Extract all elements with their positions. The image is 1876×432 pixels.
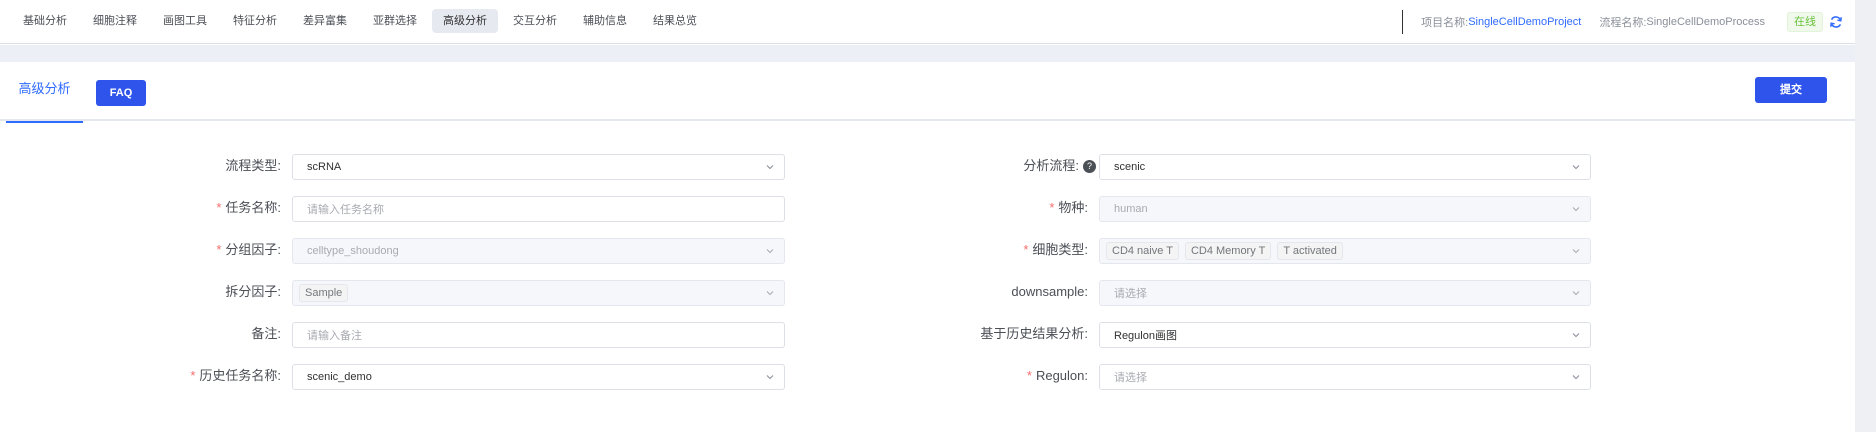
faq-button[interactable]: FAQ: [96, 80, 146, 106]
module-nav: 基础分析 细胞注释 画图工具 特征分析 差异富集 亚群选择 高级分析 交互分析 …: [12, 9, 712, 33]
chevron-down-icon: [1572, 291, 1580, 296]
project-label: 项目名称:: [1421, 17, 1469, 29]
species-label: * 物种:: [1049, 200, 1088, 215]
species-value: human: [1114, 203, 1148, 215]
history-task-value: scenic_demo: [307, 371, 372, 383]
analysis-flow-select[interactable]: scenic: [1099, 154, 1591, 180]
nav-item-plot-tools[interactable]: 画图工具: [152, 9, 218, 33]
cell-type-tag: CD4 naive T: [1106, 242, 1179, 260]
downsample-label: downsample:: [1011, 284, 1088, 299]
history-task-label: * 历史任务名称:: [190, 368, 281, 383]
nav-item-overview[interactable]: 结果总览: [642, 9, 708, 33]
analysis-flow-value: scenic: [1114, 161, 1146, 173]
chevron-down-icon: [1572, 375, 1580, 380]
cell-type-select[interactable]: CD4 naive T CD4 Memory T T activated: [1099, 238, 1591, 264]
history-result-select[interactable]: Regulon画图: [1099, 322, 1591, 348]
note-input[interactable]: 请输入备注: [292, 322, 785, 348]
nav-item-subcluster[interactable]: 亚群选择: [362, 9, 428, 33]
submit-button[interactable]: 提交: [1755, 77, 1827, 103]
nav-item-advanced[interactable]: 高级分析: [432, 9, 498, 33]
top-nav-bar: 基础分析 细胞注释 画图工具 特征分析 差异富集 亚群选择 高级分析 交互分析 …: [0, 0, 1855, 44]
chevron-down-icon: [1572, 207, 1580, 212]
divider: [1402, 10, 1404, 34]
cell-type-tag: T activated: [1277, 242, 1343, 260]
tab-advanced-analysis[interactable]: 高级分析: [6, 62, 83, 123]
project-info: 项目名称: SingleCellDemoProject 流程名称: Single…: [1402, 0, 1855, 44]
nav-item-annotation[interactable]: 细胞注释: [82, 9, 148, 33]
tabs-header: 高级分析 FAQ 提交: [0, 62, 1855, 123]
nav-item-basic[interactable]: 基础分析: [12, 9, 78, 33]
downsample-select[interactable]: 请选择: [1099, 280, 1591, 306]
group-factor-value: celltype_shoudong: [307, 245, 399, 257]
chevron-down-icon: [1572, 165, 1580, 170]
analysis-flow-label: 分析流程:?: [900, 153, 1096, 179]
scrollbar-track[interactable]: [1855, 0, 1876, 432]
history-result-value: Regulon画图: [1114, 330, 1177, 342]
group-factor-select[interactable]: celltype_shoudong: [292, 238, 785, 264]
species-select[interactable]: human: [1099, 196, 1591, 222]
split-factor-select[interactable]: Sample: [292, 280, 785, 306]
split-factor-tag: Sample: [299, 284, 349, 302]
status-badge: 在线: [1787, 12, 1823, 32]
task-name-label: * 任务名称:: [216, 200, 281, 215]
flow-type-value: scRNA: [307, 161, 342, 173]
downsample-placeholder: 请选择: [1114, 288, 1147, 300]
content-separator: [0, 45, 1855, 62]
cell-type-tag: CD4 Memory T: [1184, 242, 1272, 260]
regulon-select[interactable]: 请选择: [1099, 364, 1591, 390]
nav-item-auxiliary[interactable]: 辅助信息: [572, 9, 638, 33]
chevron-down-icon: [1572, 333, 1580, 338]
history-result-label: 基于历史结果分析:: [980, 326, 1088, 341]
cell-type-label: * 细胞类型:: [1023, 242, 1088, 257]
nav-item-interaction[interactable]: 交互分析: [502, 9, 568, 33]
regulon-placeholder: 请选择: [1114, 372, 1147, 384]
note-label: 备注:: [251, 326, 281, 341]
chevron-down-icon: [766, 291, 774, 296]
history-task-select[interactable]: scenic_demo: [292, 364, 785, 390]
chevron-down-icon: [766, 165, 774, 170]
nav-item-feature[interactable]: 特征分析: [222, 9, 288, 33]
regulon-label: * Regulon:: [1026, 368, 1088, 383]
task-name-placeholder: 请输入任务名称: [307, 204, 384, 216]
task-name-input[interactable]: 请输入任务名称: [292, 196, 785, 222]
group-factor-label: * 分组因子:: [216, 242, 281, 257]
help-icon[interactable]: ?: [1083, 160, 1096, 174]
chevron-down-icon: [766, 249, 774, 254]
chevron-down-icon: [1572, 249, 1580, 254]
flow-type-select[interactable]: scRNA: [292, 154, 785, 180]
nav-item-diff-enrich[interactable]: 差异富集: [292, 9, 358, 33]
project-name[interactable]: SingleCellDemoProject: [1468, 16, 1581, 28]
chevron-down-icon: [766, 375, 774, 380]
note-placeholder: 请输入备注: [307, 330, 362, 342]
split-factor-label: 拆分因子:: [225, 284, 281, 299]
flow-label: 流程名称:: [1599, 17, 1647, 29]
refresh-icon[interactable]: [1829, 15, 1843, 29]
flow-type-label: 流程类型:: [225, 158, 281, 173]
flow-name: SingleCellDemoProcess: [1646, 16, 1765, 28]
